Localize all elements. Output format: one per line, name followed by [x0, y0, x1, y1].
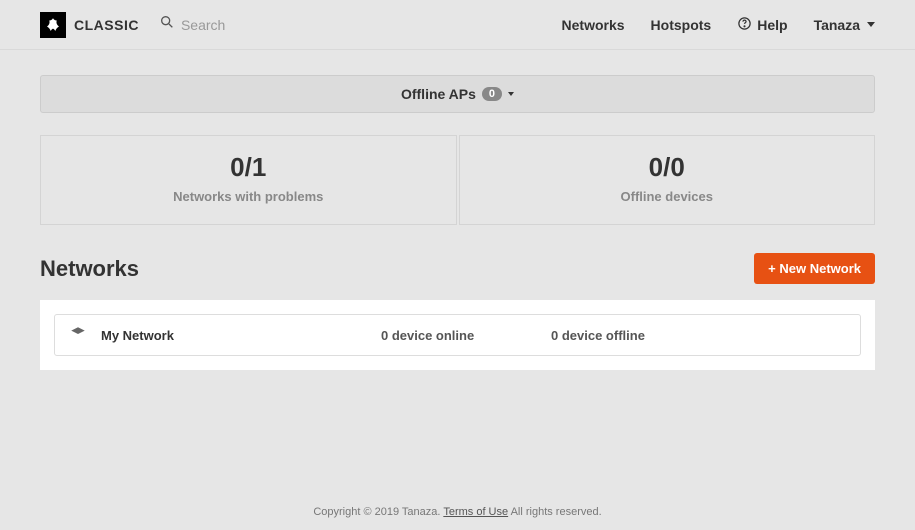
nav-hotspots[interactable]: Hotspots: [651, 17, 712, 33]
layers-icon: [69, 325, 101, 346]
stat-value: 0/0: [460, 152, 875, 183]
stat-label: Networks with problems: [41, 189, 456, 204]
networks-section-head: Networks + New Network: [40, 253, 875, 284]
footer-post: All rights reserved.: [508, 506, 602, 518]
network-row[interactable]: My Network 0 device online 0 device offl…: [54, 314, 861, 356]
brand[interactable]: CLASSIC: [40, 12, 139, 38]
page-title: Networks: [40, 256, 139, 282]
header: CLASSIC Networks Hotspots Help Tanaza: [0, 0, 915, 50]
main: Offline APs 0 0/1 Networks with problems…: [0, 50, 915, 370]
caret-down-icon: [867, 22, 875, 27]
stat-offline-devices[interactable]: 0/0 Offline devices: [459, 135, 876, 225]
nav-user-menu[interactable]: Tanaza: [814, 17, 875, 33]
offline-aps-bar[interactable]: Offline APs 0: [40, 75, 875, 113]
stat-value: 0/1: [41, 152, 456, 183]
search-icon: [159, 14, 175, 35]
search-input[interactable]: [181, 17, 321, 33]
footer: Copyright © 2019 Tanaza. Terms of Use Al…: [0, 506, 915, 518]
caret-down-icon: [508, 92, 514, 96]
offline-aps-label: Offline APs: [401, 86, 476, 102]
new-network-button[interactable]: + New Network: [754, 253, 875, 284]
nav-networks[interactable]: Networks: [562, 17, 625, 33]
brand-name: CLASSIC: [74, 17, 139, 33]
offline-aps-count: 0: [482, 87, 502, 101]
nav-right: Networks Hotspots Help Tanaza: [562, 16, 875, 34]
nav-help[interactable]: Help: [737, 16, 787, 34]
terms-link[interactable]: Terms of Use: [443, 506, 508, 518]
nav-user-label: Tanaza: [814, 17, 860, 33]
brand-logo-icon: [40, 12, 66, 38]
stat-label: Offline devices: [460, 189, 875, 204]
network-online: 0 device online: [381, 328, 551, 343]
network-name: My Network: [101, 328, 381, 343]
stat-networks-problems[interactable]: 0/1 Networks with problems: [40, 135, 457, 225]
nav-help-label: Help: [757, 17, 787, 33]
footer-pre: Copyright © 2019 Tanaza.: [313, 506, 443, 518]
help-icon: [737, 16, 752, 34]
search[interactable]: [159, 14, 321, 35]
network-offline: 0 device offline: [551, 328, 846, 343]
stats-row: 0/1 Networks with problems 0/0 Offline d…: [40, 135, 875, 225]
networks-panel: My Network 0 device online 0 device offl…: [40, 300, 875, 370]
